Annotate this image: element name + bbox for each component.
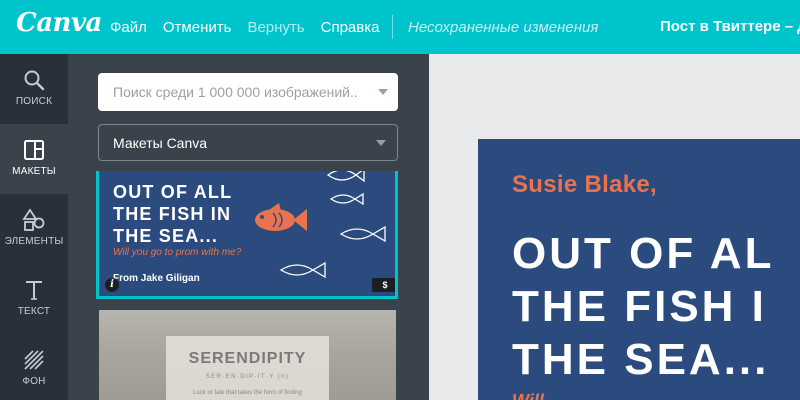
design-canvas[interactable]: Susie Blake, OUT OF AL THE FISH I THE SE… <box>478 139 800 400</box>
undo-button[interactable]: Отменить <box>163 19 232 36</box>
redo-button[interactable]: Вернуть <box>247 19 304 36</box>
rail-label: МАКЕТЫ <box>12 166 56 177</box>
rail-item-elements[interactable]: ЭЛЕМЕНТЫ <box>0 194 68 264</box>
image-search-box[interactable] <box>98 73 398 111</box>
template-subline: Will you go to prom with me? <box>113 247 242 258</box>
layouts-panel: Макеты Canva OUT OF ALL THE FISH IN THE … <box>68 54 429 400</box>
template-thumbnail-serendipity[interactable]: SERENDIPITY SER·EN·DIP·IT·Y (n) Luck or … <box>99 310 396 400</box>
rail-item-text[interactable]: ТЕКСТ <box>0 264 68 334</box>
layouts-dropdown[interactable]: Макеты Canva <box>98 124 398 161</box>
search-icon <box>24 70 45 91</box>
template-phonetic: SER·EN·DIP·IT·Y (n) <box>205 374 290 380</box>
template-definition: Luck or fate that takes the form of find… <box>193 390 302 396</box>
text-icon <box>26 281 42 300</box>
fish-outline-icon <box>329 192 364 206</box>
rail-label: ПОИСК <box>15 96 53 107</box>
canva-logo[interactable]: Canva <box>16 8 102 38</box>
fish-outline-icon <box>279 261 326 279</box>
layouts-dropdown-value: Макеты Canva <box>113 135 208 151</box>
rail-label: ФОН <box>22 376 46 387</box>
design-headline-text[interactable]: OUT OF AL THE FISH I THE SEA... <box>512 227 774 386</box>
design-name-text[interactable]: Susie Blake, <box>512 171 657 199</box>
side-rail: ПОИСК МАКЕТЫ ЭЛЕМЕНТЫ ТЕКСТ ФОН <box>0 54 68 400</box>
template-title: SERENDIPITY <box>188 350 307 367</box>
editor-workspace: Susie Blake, OUT OF AL THE FISH I THE SE… <box>429 54 800 400</box>
help-menu[interactable]: Справка <box>321 19 380 36</box>
rail-item-layouts[interactable]: МАКЕТЫ <box>0 124 68 194</box>
design-subline-text[interactable]: Will <box>512 391 544 400</box>
top-bar: Canva Файл Отменить Вернуть Справка Несо… <box>0 0 800 54</box>
fish-outline-icon <box>326 171 365 183</box>
document-title[interactable]: Пост в Твиттере – Д <box>660 18 800 35</box>
template-from: From Jake Giligan <box>113 273 200 284</box>
rail-item-search[interactable]: ПОИСК <box>0 54 68 124</box>
chevron-down-icon[interactable] <box>378 89 388 95</box>
file-menu[interactable]: Файл <box>110 19 147 36</box>
layouts-icon <box>24 140 44 160</box>
info-icon[interactable]: i <box>105 278 119 292</box>
rail-item-background[interactable]: ФОН <box>0 334 68 400</box>
template-thumbnail-prom[interactable]: OUT OF ALL THE FISH IN THE SEA... Will y… <box>96 171 398 299</box>
main-menu: Файл Отменить Вернуть Справка <box>110 19 395 36</box>
fish-outline-icon <box>339 225 386 243</box>
template-card: SERENDIPITY SER·EN·DIP·IT·Y (n) Luck or … <box>166 336 329 400</box>
rail-label: ТЕКСТ <box>17 306 51 317</box>
premium-badge: $ <box>372 278 395 292</box>
image-search-input[interactable] <box>98 73 358 111</box>
toolbar-divider <box>392 15 393 39</box>
shapes-icon <box>22 208 45 231</box>
fish-icon <box>255 203 307 231</box>
rail-label: ЭЛЕМЕНТЫ <box>4 236 64 247</box>
template-headline: OUT OF ALL THE FISH IN THE SEA... <box>113 182 233 246</box>
save-status: Несохраненные изменения <box>408 19 599 36</box>
background-icon <box>24 350 44 370</box>
chevron-down-icon <box>376 140 386 146</box>
